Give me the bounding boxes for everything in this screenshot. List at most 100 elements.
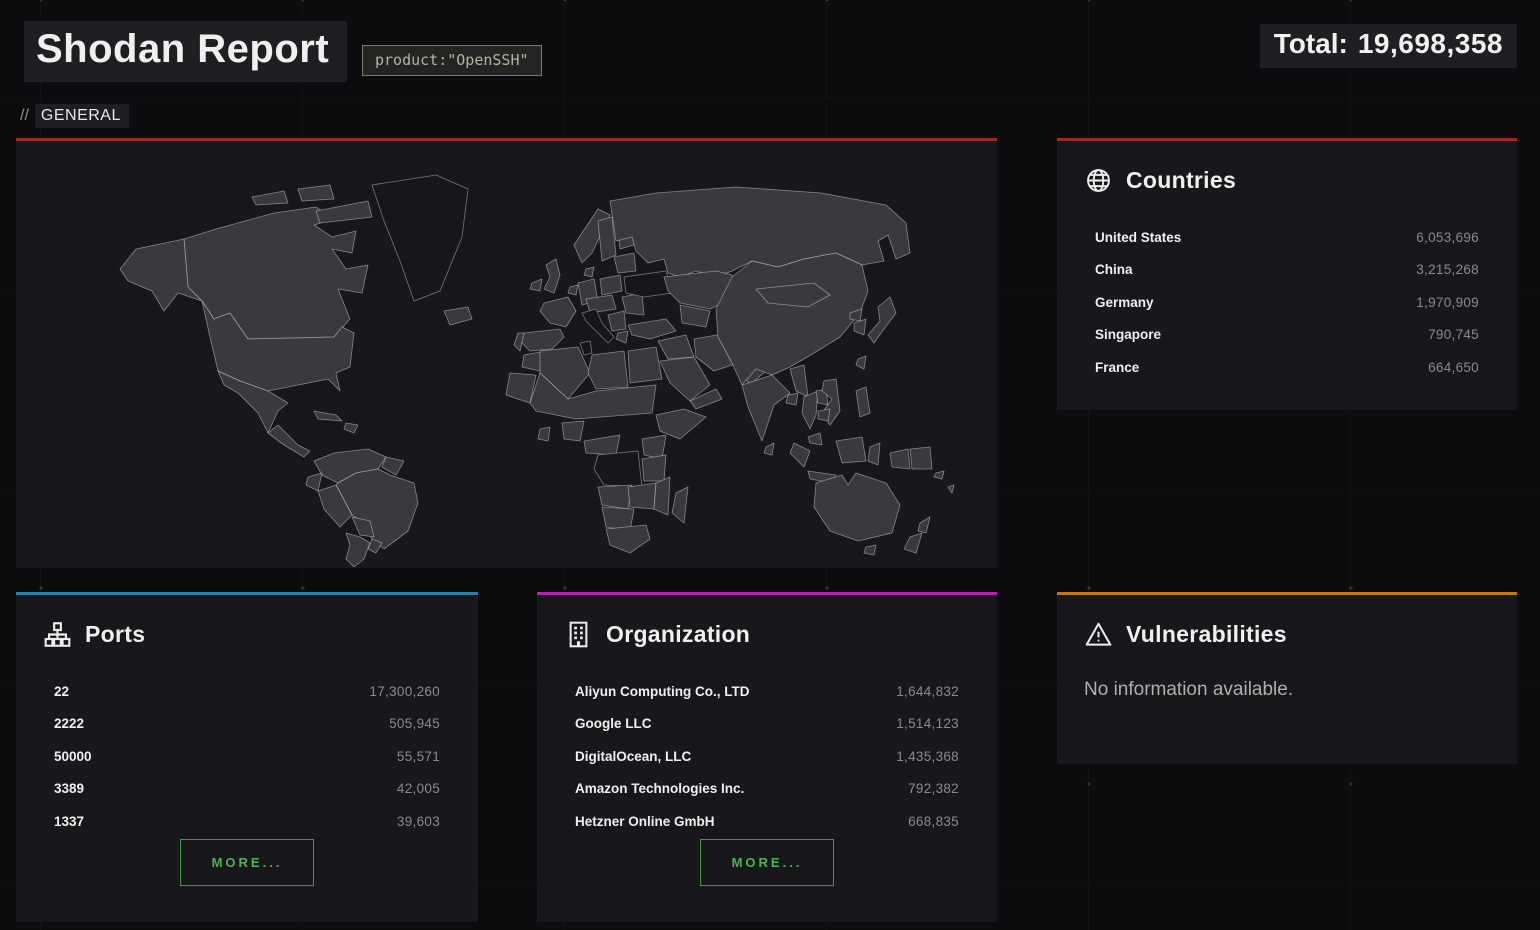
map-region-zambia-zimbabwe (628, 483, 656, 509)
map-region-benelux (568, 285, 578, 295)
map-region-arctic-islands (316, 201, 372, 223)
map-region-dr-congo (594, 451, 642, 487)
port-count: 42,005 (397, 781, 440, 796)
org-name: Amazon Technologies Inc. (575, 781, 744, 796)
org-count: 792,382 (908, 781, 959, 796)
map-region-saudi-arabia (660, 357, 710, 401)
map-region-south-africa (606, 525, 650, 553)
map-region-denmark (584, 267, 594, 277)
vulnerabilities-panel-title: Vulnerabilities (1085, 621, 1287, 648)
map-region-mozambique (654, 477, 670, 515)
shodan-report-page: Shodan Report product:"OpenSSH" Total:19… (0, 0, 1540, 930)
table-row: Aliyun Computing Co., LTD 1,644,832 (575, 675, 959, 708)
map-region-tasmania (864, 545, 876, 555)
map-region-ghana (538, 427, 550, 441)
port-count: 505,945 (389, 716, 440, 731)
search-query-chip[interactable]: product:"OpenSSH" (362, 45, 542, 76)
map-region-angola (598, 485, 632, 509)
map-region-ecuador (306, 473, 322, 491)
section-heading-general: //GENERAL (20, 107, 129, 125)
total-value: 19,698,358 (1358, 28, 1503, 59)
countries-list: United States6,053,696 China3,215,268 Ge… (1095, 221, 1479, 384)
map-region-malaysia (808, 433, 822, 445)
total-results: Total:19,698,358 (1260, 24, 1517, 68)
table-row: Singapore790,745 (1095, 319, 1479, 352)
map-region-greenland (372, 175, 468, 301)
map-region-madagascar (672, 487, 688, 523)
table-row: DigitalOcean, LLC1,435,368 (575, 740, 959, 773)
map-region-ireland (530, 279, 542, 291)
building-icon (565, 621, 592, 648)
choropleth-world-map (16, 141, 997, 568)
map-region-taiwan (856, 356, 866, 369)
country-count: 664,650 (1428, 360, 1479, 375)
port-count: 39,603 (397, 814, 440, 829)
page-title: Shodan Report (24, 21, 347, 82)
map-region-png (910, 447, 932, 469)
map-region-horn-of-africa (656, 409, 706, 439)
map-region-turkey (628, 319, 676, 339)
port-count: 17,300,260 (369, 684, 440, 699)
countries-panel: Countries United States6,053,696 China3,… (1057, 138, 1517, 410)
country-count: 6,053,696 (1416, 230, 1479, 245)
map-region-pacific-islands (934, 471, 944, 479)
map-region-france (540, 297, 576, 327)
table-row: Germany 1,970,909 (1095, 286, 1479, 319)
map-region-libya (588, 351, 628, 389)
ports-title-text: Ports (85, 621, 145, 648)
org-count: 668,835 (908, 814, 959, 829)
table-row: Hetzner Online GmbH668,835 (575, 805, 959, 838)
map-region-syria-iraq (658, 335, 694, 359)
vulnerabilities-panel: Vulnerabilities No information available… (1057, 592, 1517, 764)
map-region-arctic-islands (298, 185, 334, 201)
map-region-thailand (802, 391, 818, 429)
map-region-new-zealand (918, 517, 930, 533)
ports-list: 2217,300,260 2222505,945 5000055,571 338… (54, 675, 440, 838)
map-region-sri-lanka (764, 443, 774, 455)
sitemap-icon (44, 621, 71, 648)
map-region-japan (868, 297, 896, 343)
map-region-new-zealand (904, 533, 922, 553)
country-count: 3,215,268 (1416, 262, 1479, 277)
map-region-philippines (856, 387, 870, 417)
map-region-south-korea (854, 319, 866, 335)
map-region-egypt (628, 347, 662, 383)
map-region-pacific-islands (948, 485, 954, 493)
table-row: Google LLC1,514,123 (575, 708, 959, 741)
country-name: Germany (1095, 295, 1154, 310)
map-region-china (716, 253, 868, 385)
table-row: 338942,005 (54, 773, 440, 806)
map-region-indonesia (836, 437, 866, 463)
country-count: 1,970,909 (1416, 295, 1479, 310)
port-number: 2222 (54, 716, 84, 731)
org-count: 1,644,832 (896, 684, 959, 699)
port-count: 55,571 (397, 749, 440, 764)
map-region-central-america (268, 425, 310, 457)
world-map-panel (16, 138, 997, 568)
organization-more-button[interactable]: MORE... (700, 839, 834, 886)
map-region-indonesia (790, 443, 810, 467)
map-region-arctic-islands (252, 191, 288, 205)
map-region-australia (814, 473, 900, 541)
ports-panel-title: Ports (44, 621, 145, 648)
country-name: China (1095, 262, 1133, 277)
org-count: 1,514,123 (896, 716, 959, 731)
org-name: Aliyun Computing Co., LTD (575, 684, 749, 699)
org-name: DigitalOcean, LLC (575, 749, 691, 764)
map-region-indonesia (868, 443, 880, 465)
table-row: 133739,603 (54, 805, 440, 838)
map-region-cuba (314, 411, 342, 421)
organization-list: Aliyun Computing Co., LTD 1,644,832 Googl… (575, 675, 959, 838)
globe-icon (1085, 167, 1112, 194)
map-region-tanzania (642, 455, 666, 481)
map-region-poland (600, 275, 622, 295)
map-region-hispaniola (344, 423, 358, 433)
map-region-balkans (608, 311, 626, 331)
map-region-italy (582, 309, 614, 343)
map-region-belarus-baltics (614, 253, 636, 273)
map-region-greece (616, 331, 628, 343)
ports-more-button[interactable]: MORE... (180, 839, 314, 886)
countries-panel-title: Countries (1085, 167, 1236, 194)
section-slashes: // (20, 107, 29, 124)
table-row: 5000055,571 (54, 740, 440, 773)
